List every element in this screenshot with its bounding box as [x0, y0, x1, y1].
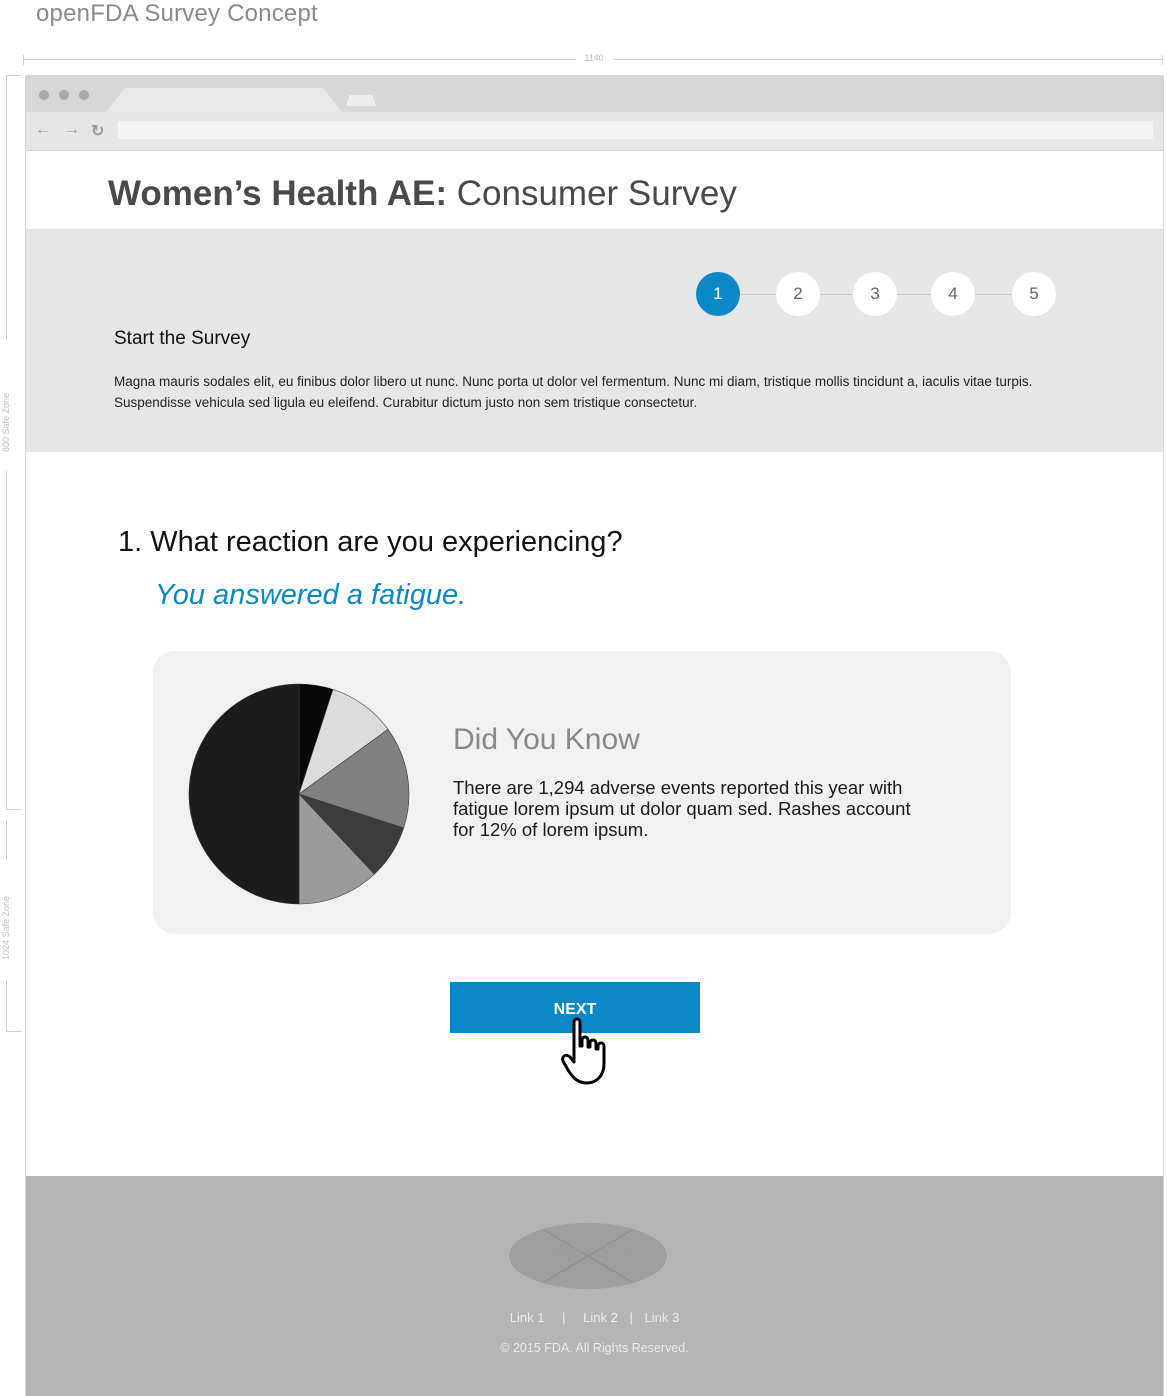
- hand-pointer-icon: [561, 1017, 606, 1085]
- question-heading: 1. What reaction are you experiencing?: [118, 526, 623, 558]
- dimension-tick-right: [1162, 55, 1163, 65]
- page-title-bold: Women’s Health AE:: [108, 174, 448, 213]
- back-arrow-icon[interactable]: ←: [35, 121, 51, 139]
- footer-link-separator: |: [562, 1310, 566, 1325]
- forward-arrow-icon[interactable]: →: [64, 121, 80, 139]
- did-you-know-card: Did You Know There are 1,294 adverse eve…: [153, 651, 1011, 934]
- safe-zone-800-label: 800 Safe Zone: [1, 392, 11, 452]
- step-4[interactable]: 4: [931, 272, 975, 316]
- footer-link-2[interactable]: Link 2: [583, 1310, 618, 1325]
- safe-zone-line: [6, 470, 7, 810]
- safe-zone-line: [6, 820, 7, 860]
- footer-link-1[interactable]: Link 1: [510, 1310, 545, 1325]
- width-dimension-label: 1140: [575, 53, 613, 63]
- new-tab-button[interactable]: [346, 95, 376, 106]
- step-5[interactable]: 5: [1012, 272, 1056, 316]
- window-close-dot[interactable]: [39, 90, 49, 100]
- browser-window: ← → ↻ Women’s Health AE: Consumer Survey…: [25, 75, 1164, 1396]
- step-2[interactable]: 2: [776, 272, 820, 316]
- step-1[interactable]: 1: [696, 272, 740, 316]
- browser-nav-bar: ← → ↻: [26, 112, 1163, 151]
- reload-icon[interactable]: ↻: [91, 121, 104, 141]
- page-header: Women’s Health AE: Consumer Survey: [26, 151, 1163, 230]
- step-3[interactable]: 3: [853, 272, 897, 316]
- safe-zone-line: [6, 75, 7, 340]
- intro-text: Magna mauris sodales elit, eu finibus do…: [114, 374, 1033, 410]
- dimension-tick-left: [23, 55, 24, 65]
- page-title-light: Consumer Survey: [447, 174, 737, 213]
- did-you-know-text: There are 1,294 adverse events reported …: [453, 777, 911, 840]
- safe-zone-tick: [6, 809, 22, 810]
- footer-links: Link 1 | Link 2 | Link 3: [26, 1310, 1163, 1325]
- footer: Logo (TBD) Link 1 | Link 2 | Link 3 © 20…: [26, 1176, 1163, 1396]
- logo-text: Logo (TBD): [541, 1242, 635, 1262]
- safe-zone-tick: [6, 1031, 22, 1032]
- did-you-know-title: Did You Know: [453, 723, 640, 756]
- copyright-text: © 2015 FDA. All Rights Reserved.: [500, 1341, 689, 1355]
- safe-zone-tick: [6, 75, 22, 76]
- browser-tab-bar: [26, 76, 1163, 112]
- footer-link-3[interactable]: Link 3: [644, 1310, 679, 1325]
- window-minimize-dot[interactable]: [59, 90, 69, 100]
- pie-slice-6: [188, 683, 300, 905]
- browser-tab[interactable]: [106, 88, 342, 112]
- safe-zone-line: [6, 980, 7, 1032]
- intro-title: Start the Survey: [114, 328, 251, 349]
- safe-zone-1024-label: 1024 Safe Zone: [1, 895, 11, 960]
- page-title: Women’s Health AE: Consumer Survey: [108, 174, 737, 214]
- address-bar[interactable]: [118, 121, 1153, 139]
- document-title: openFDA Survey Concept: [36, 0, 318, 27]
- answer-text: You answered a fatigue.: [155, 579, 467, 611]
- intro-section: 1 2 3 4 5 Start the Survey Magna mauris …: [26, 230, 1163, 452]
- footer-link-separator: |: [629, 1310, 633, 1325]
- window-maximize-dot[interactable]: [79, 90, 89, 100]
- pie-chart: [188, 683, 410, 905]
